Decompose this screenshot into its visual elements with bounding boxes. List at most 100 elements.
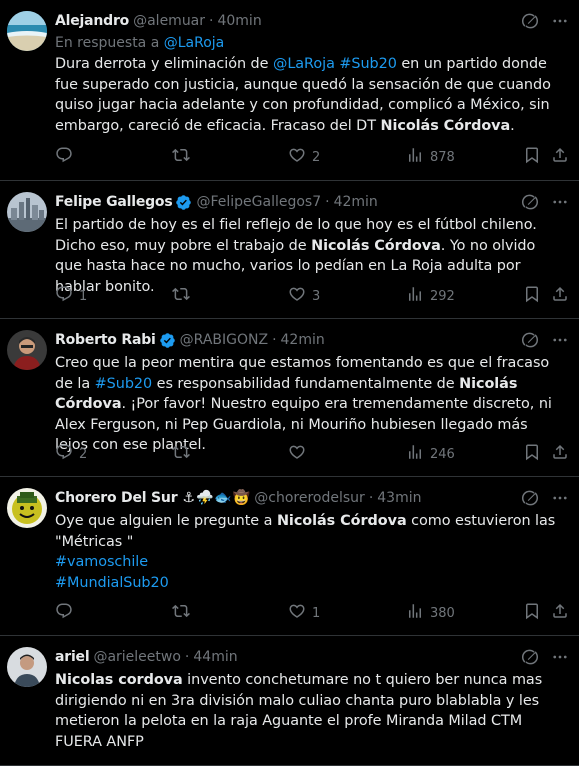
author-name[interactable]: Alejandro xyxy=(55,11,129,31)
share-button[interactable] xyxy=(551,286,569,306)
separator-dot: · xyxy=(368,490,374,506)
like-button[interactable]: 1 xyxy=(288,603,320,623)
avatar[interactable] xyxy=(7,11,47,51)
bookmark-icon xyxy=(523,146,541,168)
grok-icon[interactable] xyxy=(521,193,539,211)
author-handle[interactable]: @arieleetwo xyxy=(93,647,180,667)
tweet[interactable]: Alejandro @alemuar · 40min En respuesta a @L… xyxy=(0,0,579,181)
hashtag-or-mention-link[interactable]: #Sub20 xyxy=(339,56,397,72)
avatar[interactable] xyxy=(7,330,47,370)
hashtag-or-mention-link[interactable]: #vamoschile xyxy=(55,554,148,570)
action-bar: 2 246 xyxy=(55,444,569,464)
hashtag-or-mention-link[interactable]: #MundialSub20 xyxy=(55,575,169,591)
bookmark-button[interactable] xyxy=(523,286,541,306)
avatar[interactable] xyxy=(7,192,47,232)
timestamp[interactable]: 40min xyxy=(217,11,261,31)
tweet[interactable]: ariel @arieleetwo · 44min Nicolas cordova in… xyxy=(0,636,579,766)
text-segment: . xyxy=(510,117,515,134)
timestamp[interactable]: 42min xyxy=(281,330,325,350)
reply-to-link[interactable]: @LaRoja xyxy=(164,35,225,51)
highlighted-text: Nicolas cordova xyxy=(55,672,183,688)
share-button[interactable] xyxy=(551,444,569,464)
more-icon[interactable] xyxy=(551,648,569,666)
action-bar: 1 380 xyxy=(55,603,569,623)
repost-button[interactable] xyxy=(172,444,196,464)
share-button[interactable] xyxy=(551,147,569,167)
tweet-header: Roberto Rabi @RABIGONZ · 42min xyxy=(55,330,535,350)
reply-icon xyxy=(55,443,73,465)
more-icon[interactable] xyxy=(551,331,569,349)
repost-icon xyxy=(172,146,190,168)
separator-dot: · xyxy=(272,332,277,348)
author-name[interactable]: ariel xyxy=(55,647,90,667)
more-icon[interactable] xyxy=(551,193,569,211)
likes-count: 1 xyxy=(312,605,321,621)
reply-button[interactable]: 2 xyxy=(55,444,87,464)
reply-prefix: En respuesta a xyxy=(55,35,160,51)
timestamp[interactable]: 44min xyxy=(193,647,237,667)
reply-button[interactable] xyxy=(55,147,79,167)
views-button[interactable]: 246 xyxy=(406,444,455,464)
like-icon xyxy=(288,285,306,307)
replies-count: 1 xyxy=(79,288,88,304)
tweet[interactable]: Roberto Rabi @RABIGONZ · 42min Creo que la p… xyxy=(0,319,579,477)
like-icon xyxy=(288,146,306,168)
like-icon xyxy=(288,602,306,624)
grok-icon[interactable] xyxy=(521,12,539,30)
action-bar: 1 3 292 xyxy=(55,286,569,306)
author-handle[interactable]: @RABIGONZ xyxy=(180,330,268,350)
timestamp[interactable]: 42min xyxy=(334,192,378,212)
reply-button[interactable]: 1 xyxy=(55,286,87,306)
likes-count: 2 xyxy=(312,149,321,165)
author-handle[interactable]: @chorerodelsur xyxy=(254,488,365,508)
like-button[interactable]: 3 xyxy=(288,286,320,306)
repost-button[interactable] xyxy=(172,603,196,623)
bookmark-button[interactable] xyxy=(523,603,541,623)
action-bar: 2 878 xyxy=(55,147,569,167)
views-icon xyxy=(406,285,424,307)
verified-badge-icon xyxy=(159,332,176,349)
tweet-text: El partido de hoy es el fiel reflejo de … xyxy=(55,215,565,297)
grok-icon[interactable] xyxy=(521,648,539,666)
author-handle[interactable]: @alemuar xyxy=(133,11,205,31)
bookmark-button[interactable] xyxy=(523,444,541,464)
bookmark-button[interactable] xyxy=(523,147,541,167)
repost-button[interactable] xyxy=(172,147,196,167)
highlighted-text: Nicolás Córdova xyxy=(276,513,407,529)
tweet-header: Alejandro @alemuar · 40min xyxy=(55,11,535,31)
author-name[interactable]: Chorero Del Sur xyxy=(55,488,178,508)
like-button[interactable] xyxy=(288,444,312,464)
views-button[interactable]: 292 xyxy=(406,286,455,306)
share-icon xyxy=(551,602,569,624)
avatar[interactable] xyxy=(7,488,47,528)
timestamp[interactable]: 43min xyxy=(377,488,421,508)
tweet-text: Nicolas cordova invento conchetumare no … xyxy=(55,670,565,752)
reply-icon xyxy=(55,285,73,307)
more-icon[interactable] xyxy=(551,489,569,507)
reply-button[interactable] xyxy=(55,603,79,623)
separator-dot: · xyxy=(325,194,330,210)
more-icon[interactable] xyxy=(551,12,569,30)
hashtag-or-mention-link[interactable]: @LaRoja xyxy=(273,56,335,72)
repost-button[interactable] xyxy=(172,286,196,306)
avatar[interactable] xyxy=(7,647,47,687)
repost-icon xyxy=(172,602,190,624)
views-button[interactable]: 380 xyxy=(406,603,455,623)
reply-icon xyxy=(55,602,73,624)
tweet[interactable]: Felipe Gallegos @FelipeGallegos7 · 42min El … xyxy=(0,181,579,319)
views-icon xyxy=(406,602,424,624)
views-icon xyxy=(406,443,424,465)
highlighted-text: Nicolás Córdova xyxy=(380,117,511,134)
author-handle[interactable]: @FelipeGallegos7 xyxy=(196,192,321,212)
views-button[interactable]: 878 xyxy=(406,147,455,167)
author-name[interactable]: Felipe Gallegos xyxy=(55,192,173,212)
share-button[interactable] xyxy=(551,603,569,623)
author-name[interactable]: Roberto Rabi xyxy=(55,330,156,350)
grok-icon[interactable] xyxy=(521,331,539,349)
text-segment: Oye que alguien le pregunte a xyxy=(55,513,277,529)
tweet[interactable]: Chorero Del Sur ⚓ ⛈️ 🐟 🤠 @chorerodelsur · 43min… xyxy=(0,477,579,636)
repost-icon xyxy=(172,285,190,307)
like-button[interactable]: 2 xyxy=(288,147,320,167)
hashtag-or-mention-link[interactable]: #Sub20 xyxy=(95,376,153,392)
grok-icon[interactable] xyxy=(521,489,539,507)
